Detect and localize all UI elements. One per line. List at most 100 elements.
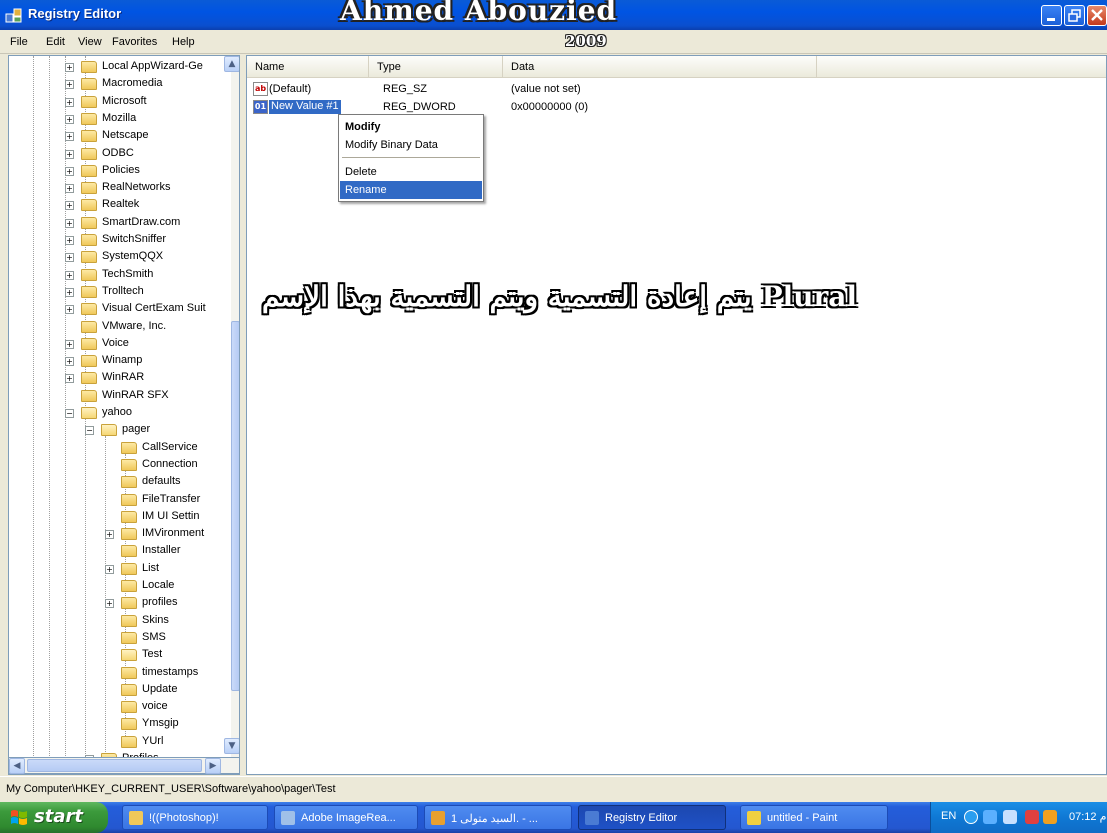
expand-icon[interactable]: + [105,530,114,540]
tree-item[interactable]: FileTransfer [9,492,229,509]
scroll-left-button[interactable]: ◀ [9,758,25,774]
tree-item[interactable]: − yahoo [9,405,229,422]
expand-icon[interactable]: + [65,270,74,280]
tree-item[interactable]: timestamps [9,665,229,682]
tree-item[interactable]: + Voice [9,336,229,353]
tree-item[interactable]: CallService [9,440,229,457]
tree-item[interactable]: Ymsgip [9,716,229,733]
expand-icon[interactable]: + [65,97,74,107]
menu-item-delete[interactable]: Delete [340,163,482,181]
tree-item[interactable]: + Winamp [9,353,229,370]
menu-help[interactable]: Help [172,36,195,48]
task-paint[interactable]: untitled - Paint [740,805,888,830]
menu-item-modify[interactable]: Modify [340,118,482,136]
menu-view[interactable]: View [78,36,102,48]
tree-item[interactable]: + Trolltech [9,284,229,301]
tree-item[interactable]: Skins [9,613,229,630]
expand-icon[interactable]: + [65,357,74,367]
task-registry-editor[interactable]: Registry Editor [578,805,726,830]
tree-item[interactable]: + SystemQQX [9,249,229,266]
expand-icon[interactable]: + [65,149,74,159]
list-row-default[interactable]: ab (Default) REG_SZ (value not set) [247,81,1106,98]
minimize-button[interactable] [1041,5,1062,26]
tree-item[interactable]: + RealNetworks [9,180,229,197]
menu-favorites[interactable]: Favorites [112,36,157,48]
tree-item[interactable]: + profiles [9,595,229,612]
sound-icon[interactable] [1003,810,1017,824]
restore-button[interactable] [1064,5,1085,26]
tree-item[interactable]: + Mozilla [9,111,229,128]
language-indicator[interactable]: EN [941,810,956,822]
app-icon [431,811,445,825]
expand-icon[interactable]: + [65,287,74,297]
scroll-down-button[interactable]: ▼ [224,738,239,754]
expand-icon[interactable]: + [65,132,74,142]
menu-edit[interactable]: Edit [46,36,65,48]
tree-item[interactable]: defaults [9,474,229,491]
task-arabic-window[interactable]: السيد متولى 1. - ... [424,805,572,830]
tree-item[interactable]: + Visual CertExam Suit [9,301,229,318]
tree-item[interactable]: + List [9,561,229,578]
tree-item[interactable]: + TechSmith [9,267,229,284]
menu-item-modify-binary[interactable]: Modify Binary Data [340,136,482,154]
tree-item[interactable]: SMS [9,630,229,647]
column-name[interactable]: Name [247,56,369,78]
tree-item[interactable]: Installer [9,543,229,560]
expand-icon[interactable]: + [65,253,74,263]
task-imageready[interactable]: Adobe ImageRea... [274,805,418,830]
expand-icon[interactable]: + [65,236,74,245]
tree-item[interactable]: + Policies [9,163,229,180]
expand-icon[interactable]: + [105,564,114,574]
close-button[interactable] [1087,5,1107,26]
tray-arrow-icon[interactable] [964,810,978,824]
expand-icon[interactable]: + [65,218,74,228]
tree-item[interactable]: + Microsoft [9,94,229,111]
network-icon[interactable] [983,810,997,824]
horizontal-scroll-thumb[interactable] [27,759,202,772]
tree-item[interactable]: + Realtek [9,197,229,214]
column-data[interactable]: Data [503,56,817,78]
scroll-up-button[interactable]: ▲ [224,56,239,72]
expand-icon[interactable]: + [65,184,74,194]
tree-item[interactable]: Test [9,647,229,664]
tree-horizontal-scrollbar[interactable]: ◀ ▶ [8,757,240,774]
tree-item[interactable]: + ODBC [9,146,229,163]
tree-item[interactable]: + SwitchSniffer [9,232,229,249]
expand-icon[interactable]: + [65,305,74,315]
registry-tree[interactable]: + Local AppWizard-Ge + Macromedia + Microsoft… [8,55,240,775]
tree-item[interactable]: YUrl [9,734,229,751]
expand-icon[interactable]: + [65,166,74,176]
expand-icon[interactable]: + [65,374,74,384]
expand-icon[interactable]: + [105,599,114,609]
tree-item[interactable]: Locale [9,578,229,595]
tree-item[interactable]: voice [9,699,229,716]
tree-item[interactable]: VMware, Inc. [9,319,229,336]
column-type[interactable]: Type [369,56,503,78]
collapse-icon[interactable]: − [65,409,74,418]
tree-item[interactable]: WinRAR SFX [9,388,229,405]
task-photoshop-folder[interactable]: !((Photoshop)! [122,805,268,830]
expand-icon[interactable]: + [65,201,74,211]
scroll-right-button[interactable]: ▶ [205,758,221,774]
tree-item[interactable]: + Local AppWizard-Ge [9,59,229,76]
tree-item[interactable]: Connection [9,457,229,474]
antivirus-icon[interactable] [1025,810,1039,824]
expand-icon[interactable]: + [65,80,74,90]
tree-scroll-thumb[interactable] [231,321,239,691]
expand-icon[interactable]: + [65,63,74,72]
menu-file[interactable]: File [10,36,28,48]
tree-item[interactable]: + IMVironment [9,526,229,543]
collapse-icon[interactable]: − [85,426,94,436]
expand-icon[interactable]: + [65,339,74,349]
tree-item[interactable]: + SmartDraw.com [9,215,229,232]
messenger-icon[interactable] [1043,810,1057,824]
tree-item[interactable]: + Netscape [9,128,229,145]
tree-item[interactable]: IM UI Settin [9,509,229,526]
tree-item[interactable]: − pager [9,422,229,439]
tree-item[interactable]: + WinRAR [9,370,229,387]
start-button[interactable]: start [0,802,108,833]
expand-icon[interactable]: + [65,114,74,124]
menu-item-rename[interactable]: Rename [340,181,482,199]
tree-item[interactable]: + Macromedia [9,76,229,93]
tree-item[interactable]: Update [9,682,229,699]
